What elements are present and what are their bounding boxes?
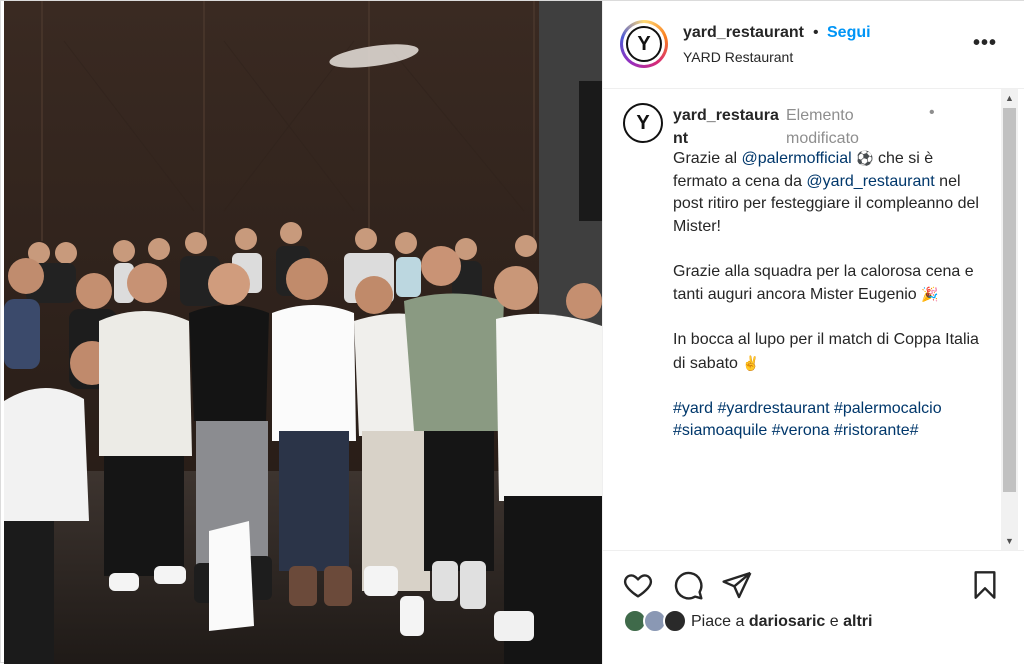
soccer-ball-icon: ⚽ xyxy=(856,150,874,166)
team-photo-illustration xyxy=(4,1,602,664)
mention-palermofficial[interactable]: @palermofficial xyxy=(741,150,851,167)
location-link[interactable]: YARD Restaurant xyxy=(683,49,793,65)
likes-others-link[interactable]: altri xyxy=(843,613,872,630)
scrollbar-thumb[interactable] xyxy=(1003,108,1016,492)
liker-avatars[interactable] xyxy=(623,609,687,635)
caption-paragraph-2: Grazie alla squadra per la calorosa cena… xyxy=(673,262,974,304)
scroll-down-arrow-icon[interactable]: ▼ xyxy=(1005,536,1014,546)
likes-summary: Piace a dariosaric e altri xyxy=(691,613,873,630)
liker-username[interactable]: dariosaric xyxy=(749,613,825,630)
caption-hashtags[interactable]: #yard #yardrestaurant #palermocalcio #si… xyxy=(673,398,989,443)
comment-icon[interactable] xyxy=(672,569,704,601)
post-header: Y yard_restaurant • Segui YARD Restauran… xyxy=(603,1,1024,89)
profile-avatar[interactable]: Y xyxy=(620,20,668,68)
post-photo[interactable] xyxy=(4,1,602,664)
send-icon[interactable] xyxy=(721,569,753,601)
liker-avatar xyxy=(663,609,687,633)
caption-area: Y yard_restaura nt Elemento modificato •… xyxy=(603,89,1024,551)
mention-yard-restaurant[interactable]: @yard_restaurant xyxy=(806,173,934,190)
caption-username[interactable]: yard_restaura nt xyxy=(673,104,783,150)
yard-logo-icon: Y xyxy=(626,26,662,62)
post-dialog: Y yard_restaurant • Segui YARD Restauran… xyxy=(0,0,1024,664)
follow-button[interactable]: Segui xyxy=(827,24,871,42)
caption-avatar[interactable]: Y xyxy=(623,103,663,143)
header-username[interactable]: yard_restaurant xyxy=(683,24,804,42)
victory-hand-icon: ✌ xyxy=(742,354,760,371)
scroll-up-arrow-icon[interactable]: ▲ xyxy=(1005,93,1014,103)
caption-paragraph-3: In bocca al lupo per il match di Coppa I… xyxy=(673,331,979,372)
caption-paragraph-1: Grazie al @palermofficial ⚽ che si è fer… xyxy=(673,150,979,235)
more-options-icon[interactable]: ••• xyxy=(973,32,997,55)
action-bar xyxy=(603,552,1024,664)
header-separator: • xyxy=(813,24,819,41)
edited-label: Elemento modificato xyxy=(786,107,859,147)
caption-dot: • xyxy=(929,104,935,121)
post-side-panel: Y yard_restaurant • Segui YARD Restauran… xyxy=(602,1,1024,664)
caption-text: Grazie al @palermofficial ⚽ che si è fer… xyxy=(673,147,989,465)
heart-icon[interactable] xyxy=(622,569,654,601)
party-popper-icon: 🎉 xyxy=(921,286,939,302)
bookmark-icon[interactable] xyxy=(969,569,1001,601)
